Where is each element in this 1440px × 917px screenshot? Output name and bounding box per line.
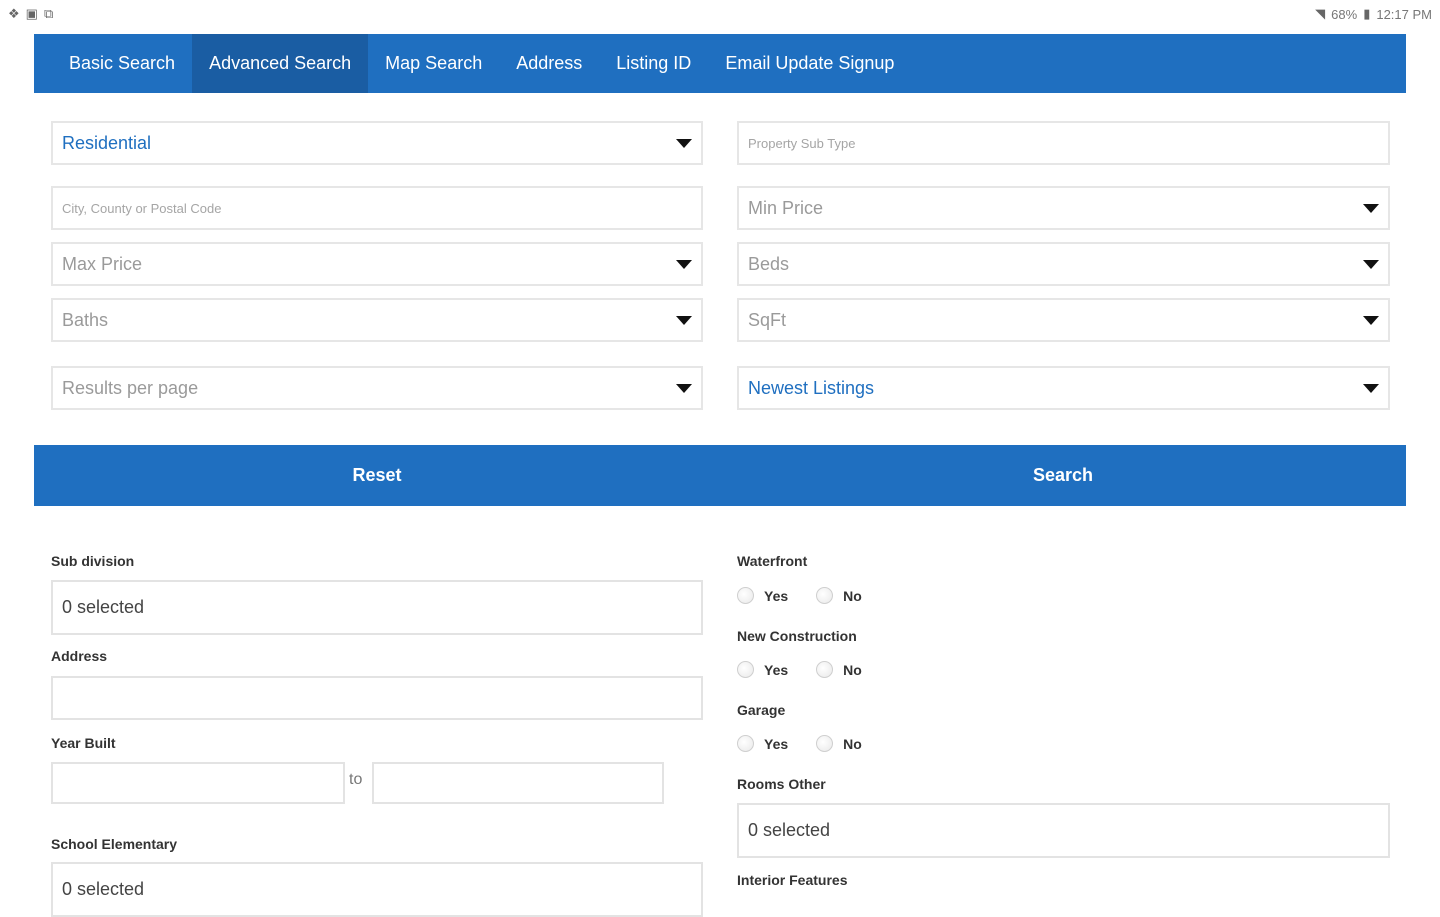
waterfront-no-radio[interactable] bbox=[816, 587, 834, 604]
chevron-down-icon bbox=[1363, 203, 1379, 213]
new-construction-radio-group: Yes No bbox=[737, 661, 880, 678]
status-left-icons: ❖ ▣ ⧉ bbox=[8, 6, 53, 22]
dropbox-icon: ❖ bbox=[8, 6, 20, 21]
school-elementary-multiselect[interactable]: 0 selected bbox=[51, 862, 703, 917]
min-price-value: Min Price bbox=[748, 197, 824, 218]
search-tab-bar: Basic Search Advanced Search Map Search … bbox=[34, 34, 1406, 93]
rooms-other-multiselect[interactable]: 0 selected bbox=[737, 803, 1390, 858]
tab-map-search[interactable]: Map Search bbox=[368, 34, 499, 93]
subdivision-label: Sub division bbox=[51, 553, 135, 569]
new-construction-no-radio[interactable] bbox=[816, 661, 834, 678]
garage-no-label: No bbox=[843, 735, 862, 752]
year-built-to-input[interactable] bbox=[372, 762, 664, 804]
reset-button[interactable]: Reset bbox=[34, 445, 720, 506]
sort-select[interactable]: Newest Listings bbox=[737, 366, 1390, 410]
gallery-icon: ▣ bbox=[25, 6, 38, 21]
beds-value: Beds bbox=[748, 253, 790, 274]
school-elementary-label: School Elementary bbox=[51, 836, 178, 852]
wifi-icon: ◥ bbox=[1315, 6, 1326, 21]
waterfront-no-label: No bbox=[843, 587, 862, 604]
results-per-page-select[interactable]: Results per page bbox=[51, 366, 703, 410]
subdivision-multiselect[interactable]: 0 selected bbox=[51, 580, 703, 635]
garage-no-radio[interactable] bbox=[816, 735, 834, 752]
battery-icon: ▮ bbox=[1363, 6, 1371, 21]
address-input[interactable] bbox=[51, 676, 703, 720]
status-right: ◥ 68% ▮ 12:17 PM bbox=[1315, 6, 1432, 22]
year-built-to-label: to bbox=[349, 771, 363, 788]
location-input[interactable]: City, County or Postal Code bbox=[51, 186, 703, 230]
max-price-value: Max Price bbox=[62, 253, 143, 274]
cast-icon: ⧉ bbox=[43, 6, 54, 21]
new-construction-yes-radio[interactable] bbox=[737, 661, 754, 678]
sqft-select[interactable]: SqFt bbox=[737, 298, 1390, 342]
garage-yes-label: Yes bbox=[764, 735, 789, 752]
garage-label: Garage bbox=[737, 702, 786, 718]
tab-basic-search[interactable]: Basic Search bbox=[52, 34, 192, 93]
chevron-down-icon bbox=[1363, 383, 1379, 393]
property-type-select[interactable]: Residential bbox=[51, 121, 703, 165]
chevron-down-icon bbox=[1363, 315, 1379, 325]
address-label: Address bbox=[51, 648, 108, 664]
waterfront-yes-label: Yes bbox=[764, 587, 789, 604]
status-bar: ❖ ▣ ⧉ ◥ 68% ▮ 12:17 PM bbox=[0, 0, 1440, 30]
chevron-down-icon bbox=[676, 315, 692, 325]
sqft-value: SqFt bbox=[748, 309, 787, 330]
interior-features-label: Interior Features bbox=[737, 872, 848, 888]
property-type-value: Residential bbox=[62, 132, 152, 153]
new-construction-label: New Construction bbox=[737, 628, 857, 644]
results-per-page-value: Results per page bbox=[62, 377, 199, 398]
property-sub-type-placeholder: Property Sub Type bbox=[748, 135, 856, 151]
chevron-down-icon bbox=[676, 138, 692, 148]
year-built-from-input[interactable] bbox=[51, 762, 345, 804]
garage-yes-radio[interactable] bbox=[737, 735, 754, 752]
beds-select[interactable]: Beds bbox=[737, 242, 1390, 286]
min-price-select[interactable]: Min Price bbox=[737, 186, 1390, 230]
tab-advanced-search[interactable]: Advanced Search bbox=[192, 34, 369, 93]
garage-radio-group: Yes No bbox=[737, 735, 880, 752]
tab-email-update-signup[interactable]: Email Update Signup bbox=[708, 34, 911, 93]
baths-value: Baths bbox=[62, 309, 109, 330]
battery-percent: 68% bbox=[1331, 6, 1358, 22]
location-placeholder: City, County or Postal Code bbox=[62, 200, 222, 216]
baths-select[interactable]: Baths bbox=[51, 298, 703, 342]
waterfront-radio-group: Yes No bbox=[737, 587, 880, 604]
rooms-other-label: Rooms Other bbox=[737, 776, 826, 792]
chevron-down-icon bbox=[676, 383, 692, 393]
chevron-down-icon bbox=[1363, 259, 1379, 269]
new-construction-no-label: No bbox=[843, 661, 862, 678]
tab-listing-id[interactable]: Listing ID bbox=[599, 34, 708, 93]
chevron-down-icon bbox=[676, 259, 692, 269]
search-button[interactable]: Search bbox=[720, 445, 1406, 506]
sort-value: Newest Listings bbox=[748, 377, 875, 398]
clock: 12:17 PM bbox=[1376, 6, 1432, 22]
year-built-label: Year Built bbox=[51, 735, 116, 751]
property-sub-type-select[interactable]: Property Sub Type bbox=[737, 121, 1390, 165]
new-construction-yes-label: Yes bbox=[764, 661, 789, 678]
action-bar: Reset Search bbox=[34, 445, 1406, 506]
tab-address[interactable]: Address bbox=[499, 34, 599, 93]
waterfront-label: Waterfront bbox=[737, 553, 808, 569]
max-price-select[interactable]: Max Price bbox=[51, 242, 703, 286]
waterfront-yes-radio[interactable] bbox=[737, 587, 754, 604]
